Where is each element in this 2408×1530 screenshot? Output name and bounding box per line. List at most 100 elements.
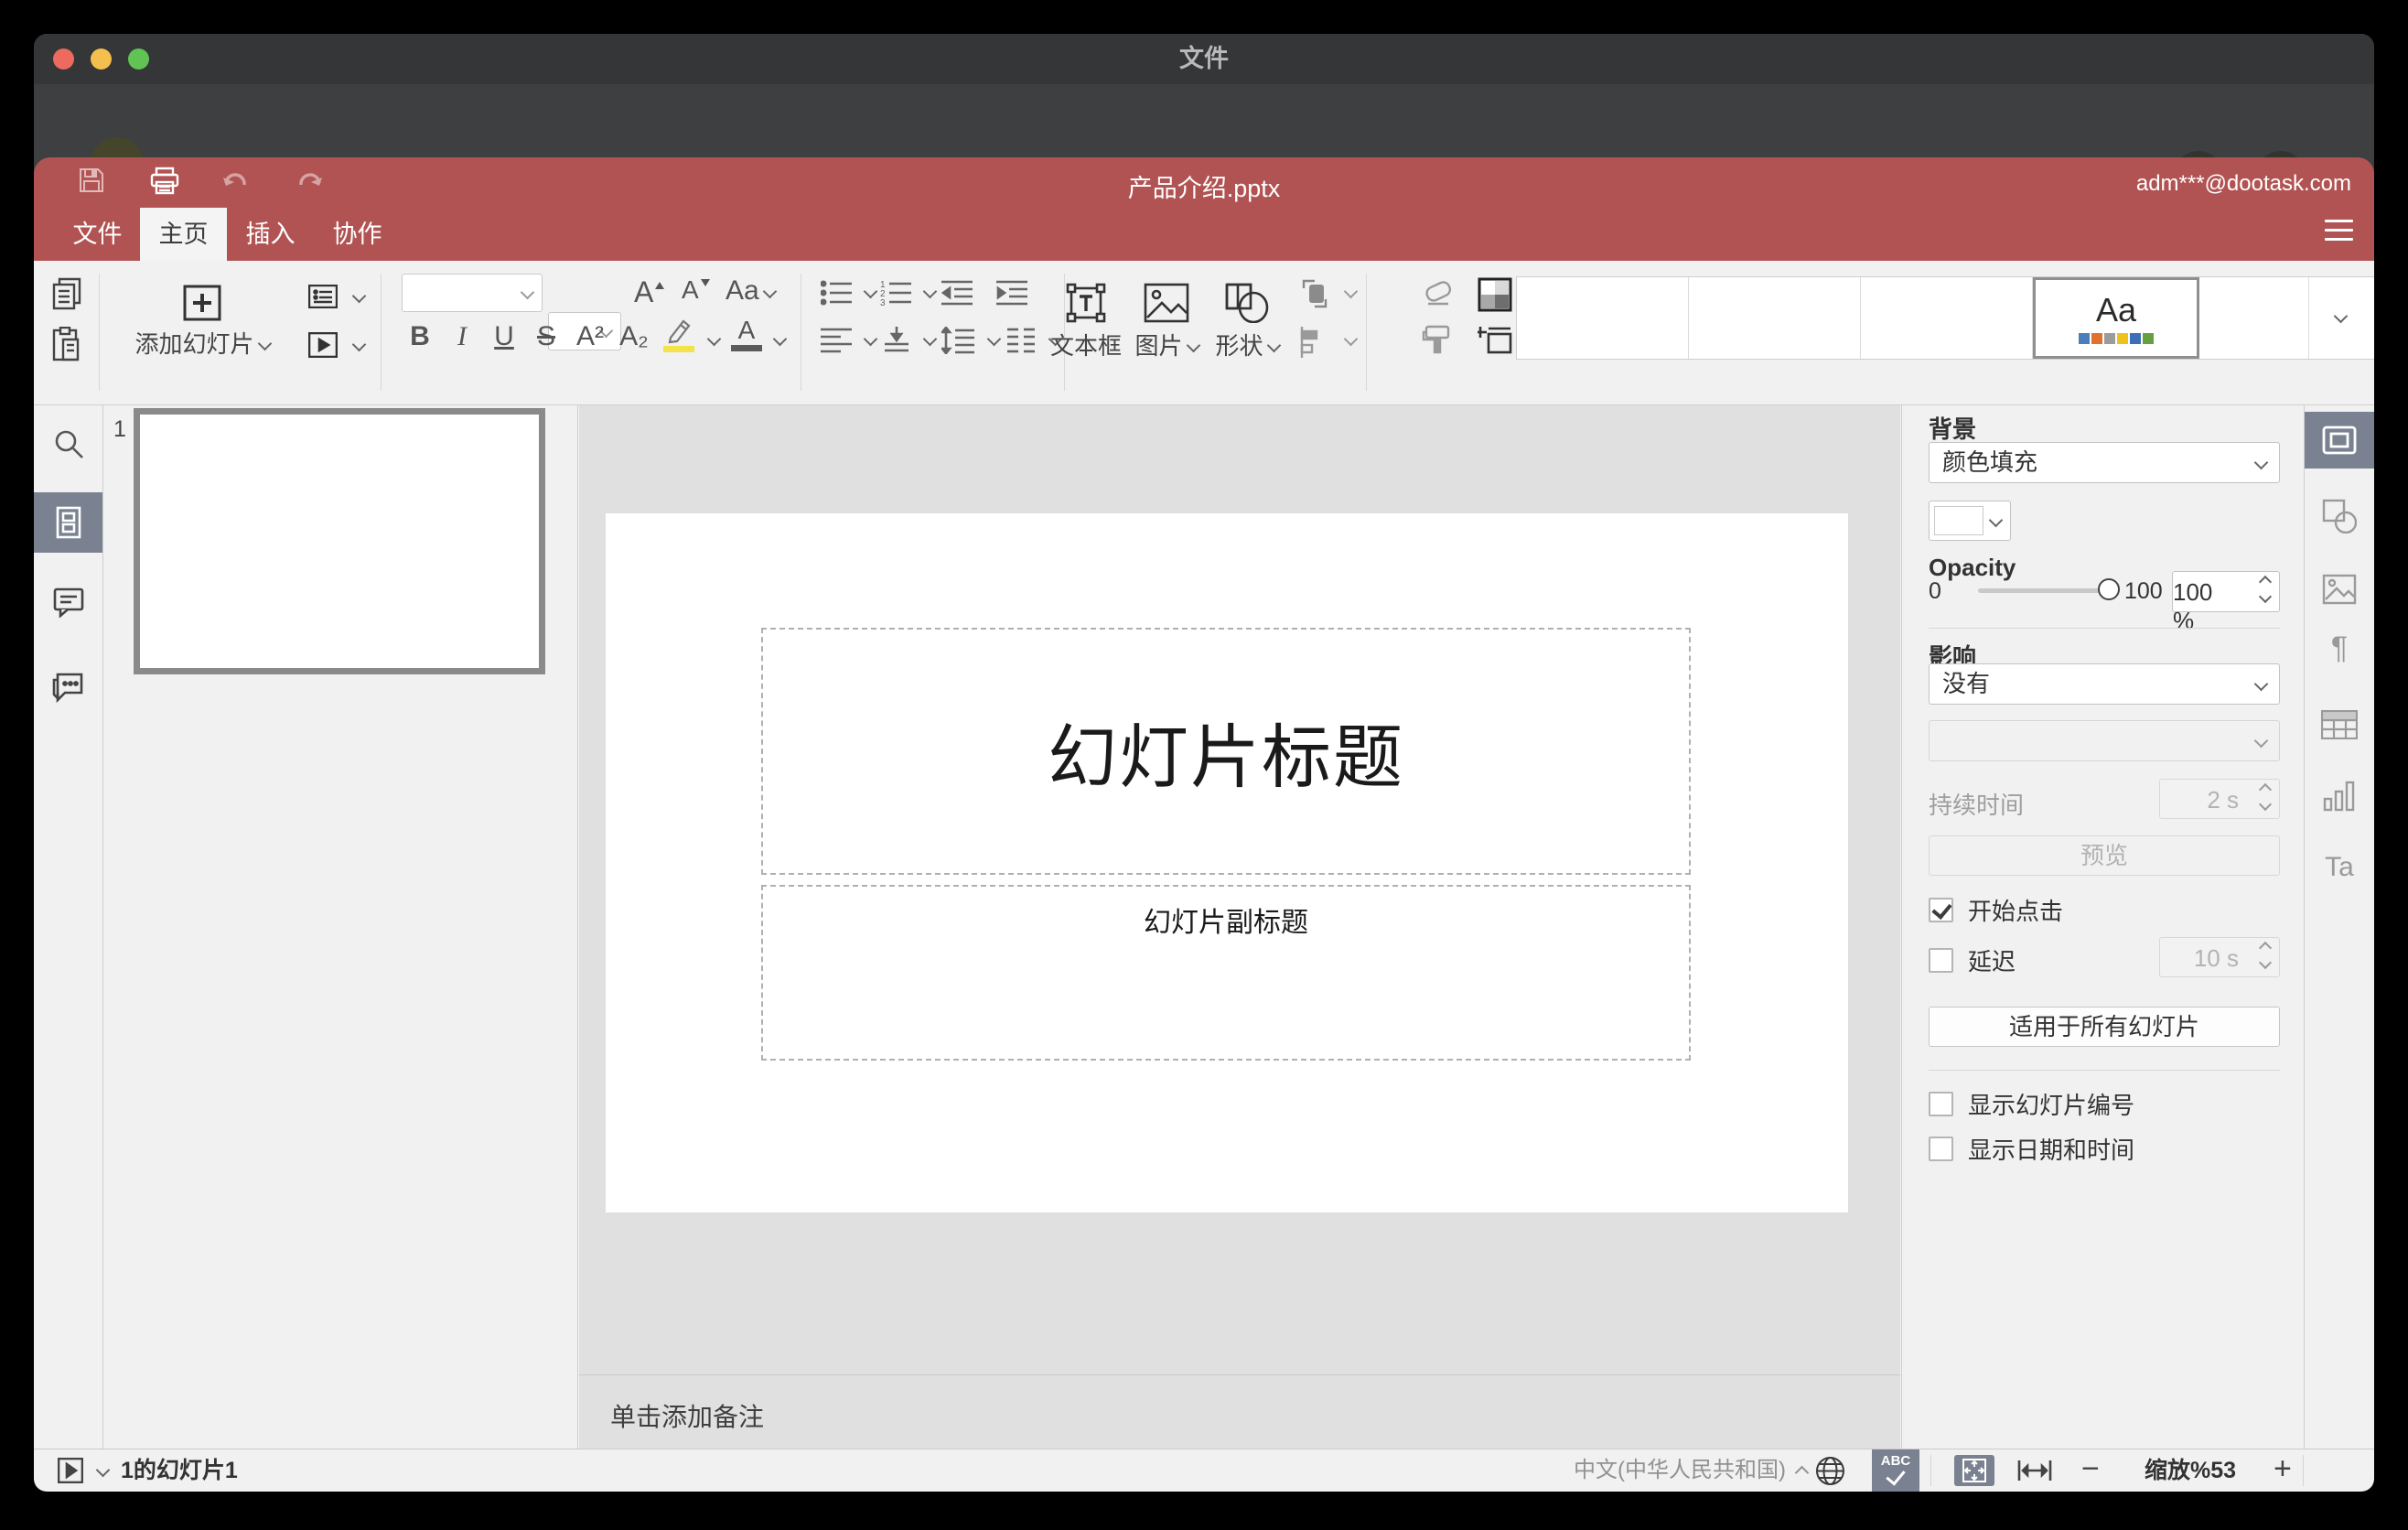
preview-button[interactable]: 预览 [1929,835,2280,876]
redo-icon[interactable] [296,172,323,199]
effect-select[interactable]: 没有 [1929,663,2280,705]
save-icon[interactable] [78,167,105,199]
arrange-shape-icon[interactable] [1298,277,1331,310]
spinner-arrows[interactable] [2258,575,2273,604]
slides-panel-icon[interactable] [34,492,102,553]
chevron-down-icon[interactable] [351,337,367,352]
increase-font-button[interactable]: A [634,275,665,309]
globe-icon[interactable] [1815,1456,1845,1491]
chevron-down-icon[interactable] [863,331,878,347]
font-name-select[interactable] [402,274,543,312]
textart-settings-icon[interactable]: Ta [2305,839,2374,896]
theme-option[interactable] [1517,277,1689,359]
theme-colors-icon[interactable] [1478,277,1512,312]
theme-option[interactable] [2199,277,2309,359]
horizontal-align-icon[interactable] [821,327,852,354]
paint-roller-icon[interactable] [1421,325,1452,358]
paragraph-settings-icon[interactable]: ¶ [2305,620,2374,676]
vertical-align-icon[interactable] [883,327,910,354]
notes-area[interactable]: 单击添加备注 [579,1374,1900,1449]
chevron-down-icon[interactable] [1343,284,1359,299]
copy-icon[interactable] [52,277,83,310]
chevron-down-icon[interactable] [986,331,1002,347]
bold-button[interactable]: B [402,321,438,352]
delay-checkbox[interactable]: 延迟 [1929,943,2016,977]
slide-size-icon[interactable] [1478,327,1512,356]
theme-option-selected[interactable]: Aa [2033,277,2199,359]
chat-icon[interactable] [34,657,102,717]
comments-icon[interactable] [34,572,102,632]
theme-option[interactable] [1689,277,1861,359]
eraser-icon[interactable] [1421,279,1454,308]
chevron-down-icon[interactable] [863,284,878,299]
align-shape-icon[interactable] [1298,327,1329,358]
insert-shape-button[interactable]: 形状 [1209,261,1285,361]
fit-to-slide-icon[interactable] [1954,1455,1994,1486]
decrease-font-button[interactable]: A [682,275,710,305]
apply-to-all-slides-button[interactable]: 适用于所有幻灯片 [1929,1007,2280,1047]
shape-settings-icon[interactable] [2305,488,2374,544]
chevron-down-icon[interactable] [1343,331,1359,347]
change-layout-icon[interactable] [308,285,338,308]
show-date-time-checkbox[interactable]: 显示日期和时间 [1929,1132,2134,1166]
opacity-input[interactable]: 100 % [2172,571,2280,634]
slide-settings-icon[interactable] [2305,412,2374,469]
image-settings-icon[interactable] [2305,561,2374,618]
highlight-color-button[interactable] [663,318,694,352]
undo-icon[interactable] [222,172,250,199]
tab-collaboration[interactable]: 协作 [314,208,401,261]
line-spacing-icon[interactable] [941,327,974,354]
chevron-down-icon[interactable] [922,331,938,347]
title-placeholder[interactable]: 幻灯片标题 [761,628,1691,875]
chevron-down-icon[interactable] [351,288,367,304]
underline-button[interactable]: U [486,321,522,352]
slide-thumbnail[interactable] [134,408,545,674]
bullets-icon[interactable] [821,279,854,307]
checkbox-checked-icon[interactable] [1929,898,1953,922]
language-selector[interactable]: 中文(中华人民共和国) [1574,1449,1786,1492]
slide-editing-area[interactable]: 幻灯片标题 幻灯片副标题 [606,513,1848,1212]
theme-gallery-expand[interactable] [2309,277,2371,359]
insert-image-button[interactable]: 图片 [1128,261,1205,361]
superscript-button[interactable]: A² [572,321,608,352]
menu-icon[interactable] [2325,220,2353,242]
increase-indent-icon[interactable] [996,279,1027,307]
search-icon[interactable] [34,414,102,474]
tab-insert[interactable]: 插入 [227,208,314,261]
theme-option[interactable] [1861,277,2033,359]
print-icon[interactable] [149,167,180,200]
chevron-down-icon[interactable] [706,331,722,347]
fill-color-swatch[interactable] [1929,501,2011,541]
numbering-icon[interactable]: 1 2 3 [880,279,913,307]
start-on-click-checkbox[interactable]: 开始点击 [1929,893,2063,927]
table-settings-icon[interactable] [2305,696,2374,753]
tab-home[interactable]: 主页 [140,208,227,261]
strikethrough-button[interactable]: S [528,321,564,352]
effect-type-select[interactable] [1929,720,2280,761]
fill-type-select[interactable]: 颜色填充 [1929,442,2280,483]
chevron-down-icon[interactable] [922,284,938,299]
chevron-down-icon[interactable] [772,331,788,347]
italic-button[interactable]: I [444,321,480,352]
chevron-up-icon[interactable] [1794,1465,1810,1481]
font-color-button[interactable]: A [731,318,762,351]
add-slide-button[interactable]: 添加幻灯片 [121,261,284,360]
checkbox-icon[interactable] [1929,1137,1953,1161]
change-case-button[interactable]: Aa [726,275,777,307]
chevron-down-icon[interactable] [95,1462,111,1478]
zoom-in-button[interactable]: + [2274,1451,2292,1487]
duration-input[interactable]: 2 s [2159,779,2280,819]
tab-file[interactable]: 文件 [55,208,140,261]
checkbox-icon[interactable] [1929,1092,1953,1116]
checkbox-icon[interactable] [1929,948,1953,973]
opacity-slider-handle[interactable] [2098,578,2120,600]
start-slideshow-status-icon[interactable] [57,1457,84,1488]
fit-to-width-icon[interactable] [2017,1459,2052,1487]
spellcheck-icon[interactable]: ABC [1872,1449,1919,1492]
subscript-button[interactable]: A₂ [616,321,652,352]
start-slideshow-icon[interactable] [308,332,338,358]
show-slide-number-checkbox[interactable]: 显示幻灯片编号 [1929,1087,2134,1121]
columns-icon[interactable] [1005,327,1037,354]
insert-textbox-button[interactable]: 文本框 [1048,261,1124,361]
opacity-slider-track[interactable] [1978,588,2108,593]
